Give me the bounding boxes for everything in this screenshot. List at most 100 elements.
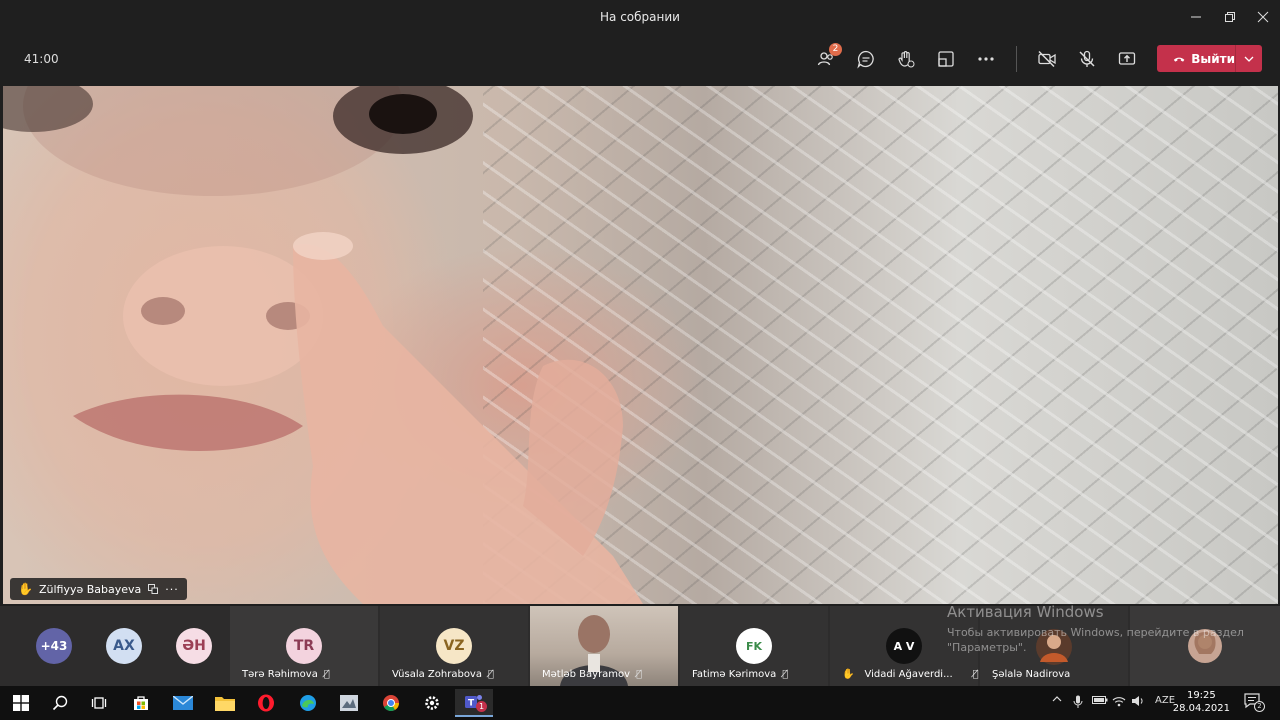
search-icon bbox=[52, 695, 68, 711]
teams-badge: 1 bbox=[476, 701, 487, 712]
share-screen-icon bbox=[1118, 52, 1136, 65]
watermark-line1: Чтобы активировать Windows, перейдите в … bbox=[947, 626, 1244, 639]
raise-hand-icon: ✋ bbox=[842, 669, 855, 680]
show-hidden-icons-button[interactable] bbox=[1052, 695, 1062, 706]
leave-options-button[interactable] bbox=[1235, 45, 1262, 72]
participant-name: Vidadi Ağaverdi... bbox=[864, 669, 953, 680]
speaker-name: Zülfiyyə Babayeva bbox=[38, 582, 142, 596]
main-video-stage bbox=[3, 86, 1278, 604]
minimize-button[interactable] bbox=[1177, 0, 1215, 34]
tile-label: Mətləb Bayramov 🎙̸ bbox=[542, 669, 642, 680]
participant-avatar: FK bbox=[736, 628, 772, 664]
tray-network[interactable] bbox=[1112, 695, 1126, 710]
taskbar-store[interactable] bbox=[122, 689, 160, 717]
window-title: На собрании bbox=[600, 10, 680, 24]
app-icon bbox=[340, 695, 358, 711]
close-button[interactable] bbox=[1244, 0, 1280, 34]
participant-avatar: A V bbox=[886, 628, 922, 664]
task-view-icon bbox=[91, 697, 107, 709]
taskbar-settings[interactable] bbox=[413, 689, 451, 717]
camera-off-icon bbox=[1038, 50, 1056, 68]
taskbar-chrome[interactable] bbox=[372, 689, 410, 717]
mic-off-icon: 🎙̸ bbox=[487, 669, 494, 680]
tray-microphone[interactable] bbox=[1073, 695, 1083, 712]
mic-off-icon: 🎙̸ bbox=[972, 669, 979, 680]
reactions-button[interactable] bbox=[892, 46, 920, 72]
windows-logo-icon bbox=[13, 695, 29, 711]
participant-tile[interactable]: Mətləb Bayramov 🎙̸ bbox=[530, 606, 678, 686]
taskbar-edge[interactable] bbox=[289, 689, 327, 717]
participant-avatar: TR bbox=[286, 628, 322, 664]
chat-icon bbox=[857, 50, 874, 69]
tile-label: ✋ Vidadi Ağaverdi... 🎙̸ bbox=[842, 669, 979, 680]
mic-off-icon: 🎙̸ bbox=[636, 669, 643, 680]
layout-button[interactable] bbox=[932, 46, 960, 72]
participant-name: Vüsala Zohrabova bbox=[392, 669, 482, 680]
participants-badge: 2 bbox=[829, 43, 842, 56]
taskbar-mail[interactable] bbox=[164, 689, 202, 717]
toolbar-separator bbox=[1016, 46, 1017, 72]
speaker-more-button[interactable]: ··· bbox=[165, 583, 179, 596]
speaker-video bbox=[3, 86, 643, 604]
edge-icon bbox=[300, 695, 316, 711]
windows-taskbar: T 1 AZE 19:25 28.04.2021 2 bbox=[0, 686, 1280, 720]
task-view-button[interactable] bbox=[80, 689, 118, 717]
search-button[interactable] bbox=[41, 689, 79, 717]
speaker-name-tag: ✋ Zülfiyyə Babayeva ··· bbox=[10, 578, 187, 600]
more-icon bbox=[978, 57, 994, 61]
title-bar: На собрании bbox=[0, 0, 1280, 34]
tile-label: Şəlalə Nadirova bbox=[992, 669, 1070, 680]
opera-icon bbox=[258, 694, 274, 712]
taskbar-file-explorer[interactable] bbox=[206, 689, 244, 717]
participant-tile[interactable]: TR Tərə Rəhimova 🎙̸ bbox=[230, 606, 378, 686]
leave-label: Выйти bbox=[1191, 51, 1235, 66]
participant-name: Şəlalə Nadirova bbox=[992, 669, 1071, 680]
close-icon bbox=[1257, 11, 1269, 23]
raise-hand-icon bbox=[898, 51, 915, 68]
minimize-icon bbox=[1191, 16, 1201, 18]
share-content-button[interactable] bbox=[1113, 46, 1141, 72]
microphone-icon bbox=[1073, 695, 1083, 708]
camera-toggle-button[interactable] bbox=[1033, 46, 1061, 72]
participant-avatar[interactable]: AX bbox=[106, 628, 142, 664]
mail-icon bbox=[173, 696, 193, 710]
watermark-title: Активация Windows bbox=[947, 603, 1104, 621]
mic-toggle-button[interactable] bbox=[1073, 46, 1101, 72]
pin-icon bbox=[148, 584, 159, 594]
chevron-down-icon bbox=[1244, 56, 1254, 62]
action-center-button[interactable]: 2 bbox=[1244, 693, 1265, 712]
participant-avatar[interactable]: ƏH bbox=[176, 628, 212, 664]
hang-up-icon bbox=[1173, 57, 1185, 62]
participant-name: Fatimə Kərimova bbox=[692, 669, 777, 680]
mic-off-icon: 🎙̸ bbox=[782, 669, 789, 680]
taskbar-opera[interactable] bbox=[247, 689, 285, 717]
more-actions-button[interactable] bbox=[972, 46, 1000, 72]
chat-button[interactable] bbox=[852, 46, 880, 72]
participant-name: Tərə Rəhimova bbox=[242, 669, 318, 680]
taskbar-app[interactable] bbox=[330, 689, 368, 717]
tray-volume[interactable] bbox=[1131, 695, 1145, 710]
meeting-timer: 41:00 bbox=[24, 52, 59, 66]
leave-meeting-control: Выйти bbox=[1157, 45, 1262, 72]
participant-tile[interactable]: VZ Vüsala Zohrabova 🎙̸ bbox=[380, 606, 528, 686]
svg-text:T: T bbox=[468, 699, 475, 709]
wifi-icon bbox=[1112, 697, 1126, 707]
tile-label: Tərə Rəhimova 🎙̸ bbox=[242, 669, 330, 680]
clock-date: 28.04.2021 bbox=[1172, 703, 1230, 714]
participant-name: Mətləb Bayramov bbox=[542, 669, 631, 680]
tray-battery[interactable] bbox=[1092, 695, 1108, 708]
mic-off-icon bbox=[1079, 50, 1095, 67]
participant-avatar: VZ bbox=[436, 628, 472, 664]
taskbar-clock[interactable]: 19:25 28.04.2021 bbox=[1173, 689, 1230, 715]
tile-label: Vüsala Zohrabova 🎙̸ bbox=[392, 669, 494, 680]
clock-time: 19:25 bbox=[1186, 690, 1216, 701]
leave-button[interactable]: Выйти bbox=[1157, 45, 1235, 72]
tile-label: Fatimə Kərimova 🎙̸ bbox=[692, 669, 788, 680]
more-participants-button[interactable]: +43 bbox=[36, 628, 72, 664]
raise-hand-icon: ✋ bbox=[18, 582, 33, 596]
start-button[interactable] bbox=[2, 689, 40, 717]
taskbar-teams[interactable]: T 1 bbox=[455, 689, 493, 717]
participant-tile[interactable]: FK Fatimə Kərimova 🎙̸ bbox=[680, 606, 828, 686]
participants-button[interactable]: 2 bbox=[812, 43, 842, 72]
watermark-line2: "Параметры". bbox=[947, 641, 1027, 654]
